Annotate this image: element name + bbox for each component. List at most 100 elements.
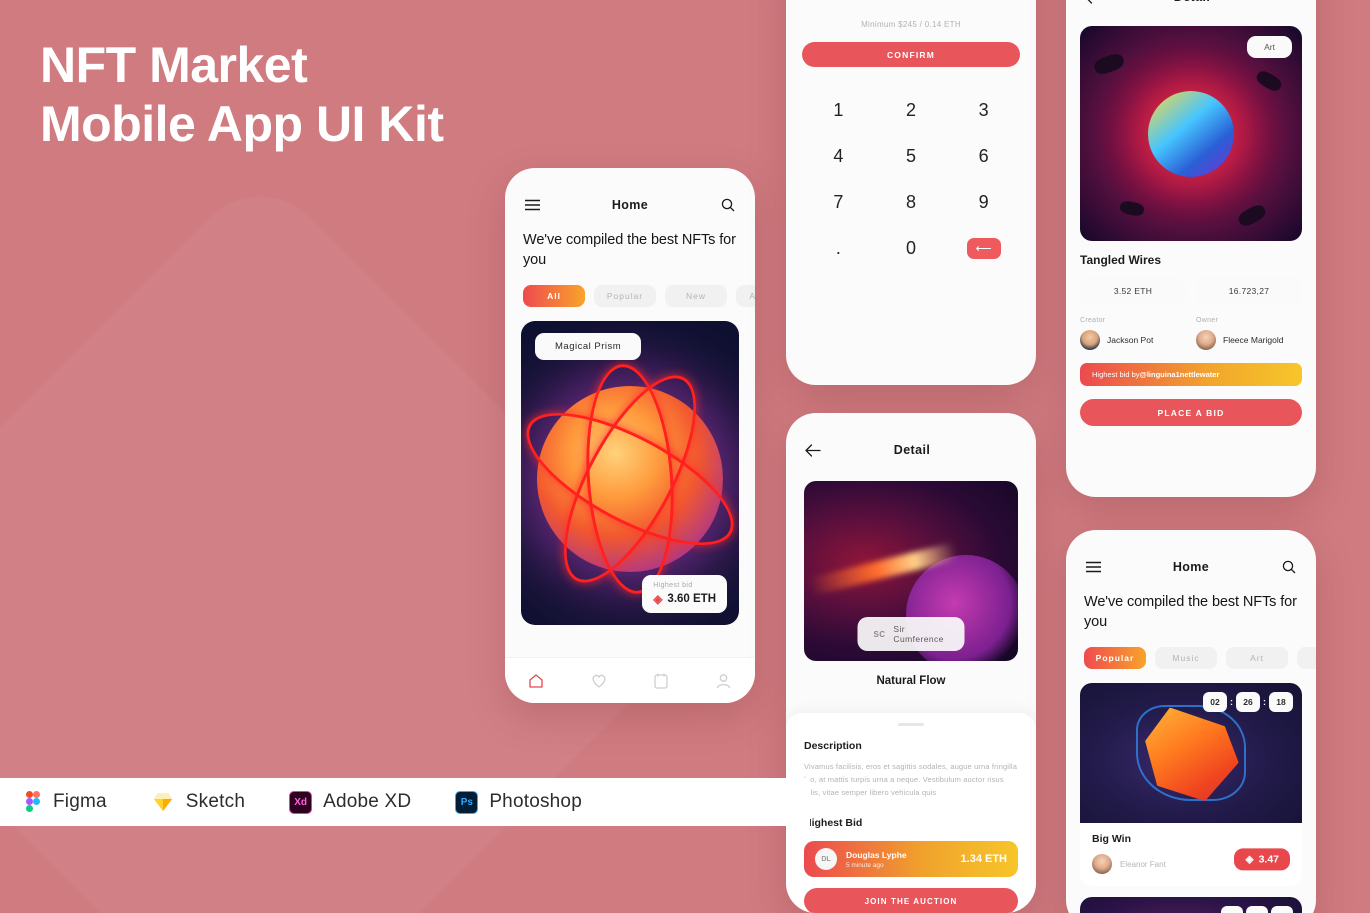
bidder-name: Douglas Lyphe (846, 849, 907, 860)
highest-bid-banner: Highest bid by @linguina1nettlewater (1080, 363, 1302, 386)
globe-artwork (1148, 90, 1234, 177)
tool-sketch: Sketch (151, 790, 245, 814)
key-1[interactable]: 1 (802, 92, 875, 128)
tool-sketch-label: Sketch (185, 791, 246, 812)
phone-detail-screen-2: Detail Art Tangled Wires 3.52 ETH 16.723… (1066, 0, 1316, 497)
place-a-bid-button[interactable]: PLACE A BID (1080, 399, 1302, 426)
tool-figma-label: Figma (53, 791, 107, 812)
shard-shape (1118, 199, 1146, 218)
creator-row[interactable]: Jackson Pot (1080, 330, 1186, 350)
countdown-separator: : (1263, 697, 1266, 707)
tool-adobe-xd: Xd Adobe XD (289, 790, 412, 814)
countdown-hours: 02 (1203, 692, 1227, 712)
chip-new[interactable]: New (665, 285, 727, 307)
phone-detail-screen: Detail SC Sir Cumference Natural Flow De… (786, 413, 1036, 913)
key-decimal[interactable]: . (802, 230, 875, 266)
key-9[interactable]: 9 (947, 184, 1020, 220)
key-4[interactable]: 4 (802, 138, 875, 174)
countdown-seconds: 18 (1269, 692, 1293, 712)
back-arrow-icon[interactable] (1084, 0, 1102, 6)
hero-line-1: NFT Market (40, 37, 308, 93)
hamburger-menu-icon[interactable] (1084, 558, 1102, 576)
owner-row[interactable]: Fleece Marigold (1196, 330, 1302, 350)
creator-label: Creator (1080, 317, 1106, 324)
backspace-glyph: ⟵ (966, 237, 1001, 259)
key-3[interactable]: 3 (947, 92, 1020, 128)
artist-badge[interactable]: SC Sir Cumference (857, 617, 965, 651)
highest-bid-heading: Highest Bid (804, 817, 863, 830)
key-0[interactable]: 0 (875, 230, 948, 266)
countdown-separator: : (1230, 697, 1233, 707)
highest-bid-badge: Highest bid ◈ 3.60 ETH (642, 575, 727, 613)
detail2-title: Detail (1174, 0, 1210, 4)
bid-amount: 1.34 ETH (960, 853, 1007, 866)
artist-initials: SC (873, 629, 886, 639)
detail-artwork: SC Sir Cumference (804, 481, 1018, 661)
shard-shape (1236, 202, 1268, 229)
adobe-xd-icon: Xd (289, 790, 313, 814)
nft-card-author: Eleanor Fant (1120, 859, 1166, 869)
figma-icon (18, 790, 42, 814)
ethereum-icon: ◈ (1245, 852, 1254, 865)
page-title: NFT Market Mobile App UI Kit (40, 36, 444, 154)
hero-line-2: Mobile App UI Kit (40, 96, 444, 152)
detail2-artwork-title: Tangled Wires (1080, 253, 1162, 267)
home-category-chips: All Popular New Auction (505, 270, 755, 307)
tool-photoshop-label: Photoshop (489, 791, 582, 812)
search-icon[interactable] (1280, 558, 1298, 576)
chip-auction[interactable]: Auction (736, 285, 755, 307)
shard-shape (1092, 51, 1126, 77)
creator-name: Jackson Pot (1107, 335, 1154, 345)
category-tag: Art (1247, 36, 1292, 58)
sheet-grabber[interactable] (898, 723, 924, 726)
hamburger-menu-icon[interactable] (523, 196, 541, 214)
countdown-hours (1221, 906, 1243, 913)
bag-icon[interactable] (652, 672, 670, 690)
chip-all[interactable]: All (523, 285, 585, 307)
detail2-people: Creator Jackson Pot Owner Fleece Marigol… (1066, 305, 1316, 350)
supported-tools-bar: Figma Sketch Xd Adobe XD Ps Photoshop (0, 778, 810, 826)
tool-adobe-xd-label: Adobe XD (323, 791, 412, 812)
phone-notch (859, 413, 963, 435)
chip-music[interactable]: Music (1155, 647, 1217, 669)
highest-bid-username[interactable]: @linguina1nettlewater (1140, 370, 1220, 379)
nft-card-big-win[interactable]: 02 : 26 : 18 (1080, 683, 1302, 823)
nft-card-next[interactable] (1080, 897, 1302, 913)
nft-card-title: Big Win (1092, 833, 1131, 845)
detail-bottom-sheet: Description Vivamus facilisis, eros et s… (786, 713, 1036, 913)
ethereum-icon: ◈ (653, 592, 663, 606)
confirm-button[interactable]: CONFIRM (802, 42, 1020, 67)
chip-art[interactable]: Art (1226, 647, 1288, 669)
profile-icon[interactable] (715, 672, 733, 690)
search-icon[interactable] (719, 196, 737, 214)
join-auction-button[interactable]: JOIN THE AUCTION (804, 888, 1018, 913)
chip-popular[interactable]: Popular (594, 285, 656, 307)
heart-icon[interactable] (590, 672, 608, 690)
chip-popular[interactable]: Popular (1084, 647, 1146, 669)
key-7[interactable]: 7 (802, 184, 875, 220)
nft-card-magical-prism[interactable]: Magical Prism Highest bid ◈ 3.60 ETH (521, 321, 739, 625)
stat-usd-price: 16.723,27 (1196, 277, 1302, 305)
owner-block: Owner Fleece Marigold (1196, 317, 1302, 350)
nft-title-badge: Magical Prism (535, 333, 642, 360)
detail-title: Detail (893, 443, 931, 457)
key-2[interactable]: 2 (875, 92, 948, 128)
description-body: Vivamus facilisis, eros et sagittis soda… (804, 762, 1018, 798)
back-arrow-icon[interactable] (804, 441, 822, 459)
home-icon[interactable] (527, 672, 545, 690)
phone-keypad-screen: $0 Minimum $245 / 0.14 ETH CONFIRM 1 2 3… (786, 0, 1036, 385)
detail-appbar: Detail (786, 431, 1036, 469)
chip-sport[interactable]: Sport (1297, 647, 1316, 669)
tool-photoshop: Ps Photoshop (455, 790, 582, 814)
highest-bid-row[interactable]: DL Douglas Lyphe 5 minute ago 1.34 ETH (804, 841, 1018, 878)
bidder-info: Douglas Lyphe 5 minute ago (846, 850, 907, 869)
key-6[interactable]: 6 (947, 138, 1020, 174)
home-headline: We've compiled the best NFTs for you (523, 232, 736, 268)
tool-figma: Figma (18, 790, 107, 814)
sketch-icon (151, 790, 175, 814)
key-8[interactable]: 8 (875, 184, 948, 220)
key-5[interactable]: 5 (875, 138, 948, 174)
artwork-title: Natural Flow (876, 675, 946, 687)
backspace-icon[interactable]: ⟵ (947, 230, 1020, 266)
detail2-artwork: Art (1080, 26, 1302, 241)
